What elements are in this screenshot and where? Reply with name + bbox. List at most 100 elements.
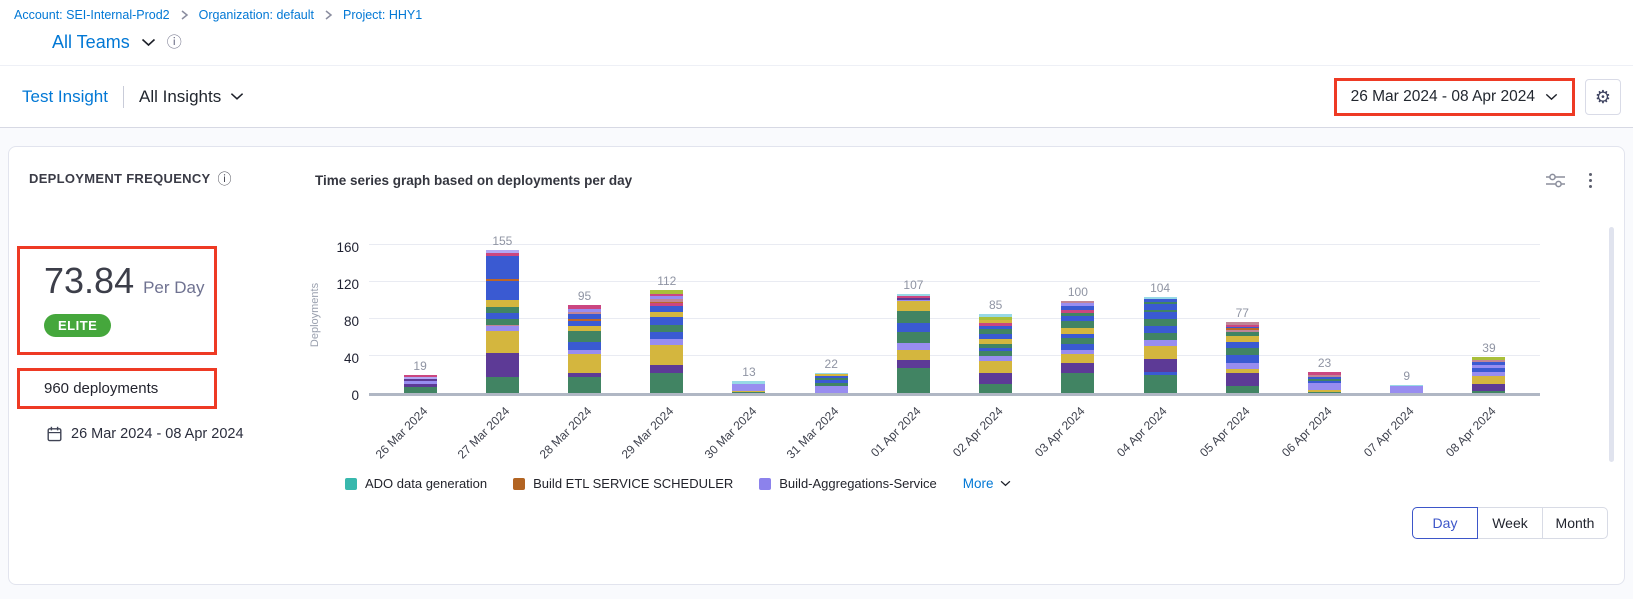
granularity-month-button[interactable]: Month (1542, 507, 1608, 539)
chevron-down-icon[interactable] (141, 38, 156, 47)
deployment-frequency-widget: DEPLOYMENT FREQUENCY ⓘ 73.84 Per Day ELI… (8, 146, 1625, 585)
legend-item[interactable]: ADO data generation (345, 476, 487, 491)
bar-29 Mar 2024[interactable]: 112 (626, 234, 708, 393)
bar-segment (1472, 384, 1505, 391)
bar-segment (1061, 363, 1094, 372)
x-axis-label-slot: 27 Mar 2024 (461, 396, 543, 472)
bar-02 Apr 2024[interactable]: 85 (955, 234, 1037, 393)
info-icon[interactable]: ⓘ (218, 172, 232, 186)
y-axis-tick: 80 (344, 314, 359, 330)
granularity-day-button[interactable]: Day (1412, 507, 1478, 539)
bar-segment (486, 377, 519, 393)
y-axis-tick: 40 (344, 351, 359, 367)
chart-title: Time series graph based on deployments p… (315, 173, 632, 188)
chart-area: Deployments 04080120160 1915595112132210… (305, 234, 1624, 396)
team-selector[interactable]: All Teams (52, 32, 130, 53)
bar-segment (1226, 386, 1259, 393)
bar-27 Mar 2024[interactable]: 155 (461, 234, 543, 393)
all-insights-dropdown[interactable]: All Insights (139, 87, 244, 107)
bar-26 Mar 2024[interactable]: 19 (379, 234, 461, 393)
bar-28 Mar 2024[interactable]: 95 (543, 234, 625, 393)
x-axis-label-slot: 29 Mar 2024 (626, 396, 708, 472)
x-axis-label: 28 Mar 2024 (537, 404, 595, 462)
granularity-week-button[interactable]: Week (1477, 507, 1543, 539)
x-axis-label: 07 Apr 2024 (1361, 404, 1417, 460)
bar-segment (815, 386, 848, 393)
insight-breadcrumb: Test Insight All Insights (22, 86, 244, 108)
bar-value-label: 112 (657, 274, 676, 288)
bar-05 Apr 2024[interactable]: 77 (1201, 234, 1283, 393)
bar-segment (897, 301, 930, 310)
widget-date-range: 26 Mar 2024 - 08 Apr 2024 (71, 426, 244, 442)
x-axis-label-slot: 06 Apr 2024 (1283, 396, 1365, 472)
bar-value-label: 77 (1236, 306, 1249, 320)
bar-segment (1144, 359, 1177, 372)
bar-segment (897, 332, 930, 343)
bar-07 Apr 2024[interactable]: 9 (1366, 234, 1448, 393)
legend-item[interactable]: Build ETL SERVICE SCHEDULER (513, 476, 733, 491)
bar-segment (732, 392, 765, 393)
legend-more-label: More (963, 476, 994, 491)
bar-04 Apr 2024[interactable]: 104 (1119, 234, 1201, 393)
legend-label: Build ETL SERVICE SCHEDULER (533, 476, 733, 491)
widget-title-row: DEPLOYMENT FREQUENCY ⓘ (29, 171, 305, 186)
chart-actions (1546, 171, 1594, 190)
legend-swatch (345, 478, 357, 490)
bar-segment (1144, 375, 1177, 394)
bar-segment (1061, 354, 1094, 363)
widget-summary-column: DEPLOYMENT FREQUENCY ⓘ 73.84 Per Day ELI… (9, 147, 305, 584)
bar-value-label: 104 (1150, 281, 1170, 295)
bar-value-label: 22 (825, 357, 838, 371)
chevron-right-icon (180, 10, 189, 20)
x-axis-label: 26 Mar 2024 (372, 404, 430, 462)
bar-segment (650, 373, 683, 393)
kebab-menu-icon[interactable] (1587, 171, 1594, 190)
chart-plot: 19 155 95 112 13 22 10785 100 104 77 23 939 (369, 234, 1540, 396)
bar-30 Mar 2024[interactable]: 13 (708, 234, 790, 393)
bar-stack (1226, 322, 1259, 393)
widget-date-range-row: 26 Mar 2024 - 08 Apr 2024 (47, 426, 305, 442)
info-icon[interactable]: ⓘ (167, 35, 182, 50)
all-insights-label: All Insights (139, 87, 221, 107)
chart-vertical-scrollbar[interactable] (1609, 227, 1614, 462)
breadcrumb-organization-link[interactable]: Organization: default (199, 8, 314, 22)
legend-label: Build-Aggregations-Service (779, 476, 937, 491)
bar-segment (897, 323, 930, 332)
bar-value-label: 23 (1318, 356, 1331, 370)
bar-stack (650, 290, 683, 394)
bar-stack (1144, 297, 1177, 393)
bar-segment (897, 311, 930, 323)
y-axis-tick: 0 (351, 388, 359, 404)
bar-value-label: 155 (492, 234, 512, 248)
bar-06 Apr 2024[interactable]: 23 (1283, 234, 1365, 393)
x-axis-label: 03 Apr 2024 (1032, 404, 1088, 460)
bar-value-label: 13 (742, 365, 755, 379)
bar-31 Mar 2024[interactable]: 22 (790, 234, 872, 393)
legend-item[interactable]: Build-Aggregations-Service (759, 476, 937, 491)
bar-08 Apr 2024[interactable]: 39 (1448, 234, 1530, 393)
insight-name-link[interactable]: Test Insight (22, 87, 108, 107)
bar-01 Apr 2024[interactable]: 107 (872, 234, 954, 393)
chevron-down-icon (1545, 93, 1558, 101)
bar-03 Apr 2024[interactable]: 100 (1037, 234, 1119, 393)
breadcrumb-project-link[interactable]: Project: HHY1 (343, 8, 422, 22)
x-axis-label: 06 Apr 2024 (1279, 404, 1335, 460)
granularity-toggle: Day Week Month (305, 507, 1608, 539)
bar-stack (815, 373, 848, 393)
breadcrumb-account-link[interactable]: Account: SEI-Internal-Prod2 (14, 8, 170, 22)
settings-button[interactable]: ⚙ (1585, 79, 1621, 115)
bar-segment (897, 368, 930, 393)
subheader-actions: 26 Mar 2024 - 08 Apr 2024 ⚙ (1334, 78, 1621, 116)
legend-more-link[interactable]: More (963, 476, 1011, 491)
x-axis-label: 30 Mar 2024 (701, 404, 759, 462)
bar-value-label: 100 (1068, 285, 1088, 299)
total-deployments-label: 960 deployments (44, 380, 158, 397)
x-axis-label-slot: 30 Mar 2024 (708, 396, 790, 472)
x-axis: 26 Mar 202427 Mar 202428 Mar 202429 Mar … (369, 396, 1540, 472)
date-range-selector[interactable]: 26 Mar 2024 - 08 Apr 2024 (1334, 78, 1575, 116)
performance-badge: ELITE (44, 314, 111, 337)
x-axis-label-slot: 26 Mar 2024 (379, 396, 461, 472)
bar-segment (486, 300, 519, 307)
y-axis-tick: 160 (336, 240, 359, 256)
filter-sliders-icon[interactable] (1546, 173, 1565, 188)
